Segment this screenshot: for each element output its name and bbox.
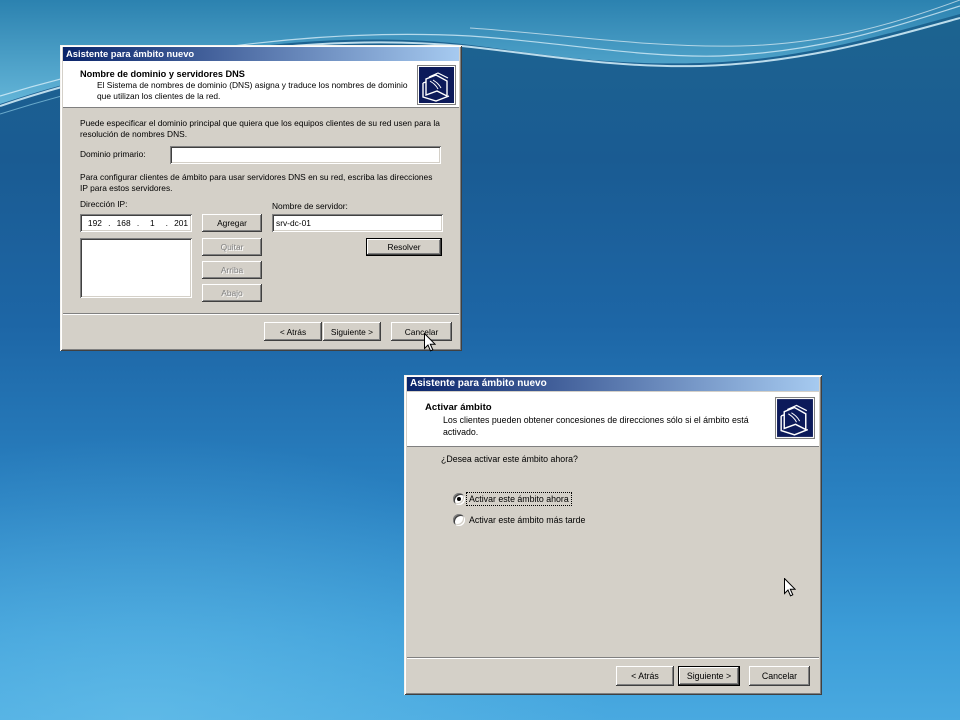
- ip-octet[interactable]: 1: [141, 218, 163, 228]
- primary-domain-label: Dominio primario:: [80, 149, 146, 159]
- mouse-cursor-icon: [784, 578, 796, 597]
- wizard-folder-icon: [775, 397, 815, 439]
- domain-instructions: Puede especificar el dominio principal q…: [80, 118, 440, 139]
- ip-octet[interactable]: 201: [170, 218, 192, 228]
- title-bar[interactable]: Asistente para ámbito nuevo: [63, 47, 459, 61]
- primary-domain-input[interactable]: [170, 146, 441, 164]
- cancel-button[interactable]: Cancelar: [391, 322, 452, 341]
- activate-question: ¿Desea activar este ámbito ahora?: [441, 454, 578, 464]
- ip-address-label: Dirección IP:: [80, 199, 128, 209]
- dns-server-list[interactable]: [80, 238, 192, 298]
- wizard-header: Nombre de dominio y servidores DNS El Si…: [63, 61, 459, 108]
- window-title: Asistente para ámbito nuevo: [410, 378, 547, 389]
- server-name-label: Nombre de servidor:: [272, 201, 348, 211]
- move-up-button[interactable]: Arriba: [202, 261, 262, 279]
- footer-divider: [63, 313, 459, 315]
- remove-button[interactable]: Quitar: [202, 238, 262, 256]
- wizard-header: Activar ámbito Los clientes pueden obten…: [407, 392, 819, 447]
- move-down-button[interactable]: Abajo: [202, 284, 262, 302]
- ip-octet[interactable]: 168: [113, 218, 135, 228]
- dns-instructions: Para configurar clientes de ámbito para …: [80, 172, 433, 193]
- server-name-input[interactable]: srv-dc-01: [272, 214, 443, 232]
- ip-octet[interactable]: 192: [84, 218, 106, 228]
- ip-separator: .: [165, 218, 168, 228]
- dns-wizard-dialog: Asistente para ámbito nuevo Nombre de do…: [60, 45, 462, 352]
- activate-scope-dialog: Asistente para ámbito nuevo Activar ámbi…: [404, 375, 822, 695]
- cancel-button[interactable]: Cancelar: [749, 666, 810, 686]
- wizard-folder-icon: [417, 65, 456, 105]
- radio-activate-now-label[interactable]: Activar este ámbito ahora: [466, 492, 572, 506]
- back-button[interactable]: < Atrás: [264, 322, 322, 341]
- radio-activate-later[interactable]: [453, 514, 465, 526]
- back-button[interactable]: < Atrás: [616, 666, 674, 686]
- header-title: Activar ámbito: [425, 402, 492, 413]
- header-title: Nombre de dominio y servidores DNS: [80, 69, 245, 79]
- header-description: Los clientes pueden obtener concesiones …: [443, 415, 749, 437]
- radio-activate-now[interactable]: [453, 493, 465, 505]
- title-bar[interactable]: Asistente para ámbito nuevo: [407, 377, 819, 391]
- window-title: Asistente para ámbito nuevo: [66, 48, 195, 59]
- footer-divider: [407, 657, 819, 659]
- next-button[interactable]: Siguiente >: [678, 666, 740, 686]
- resolve-button[interactable]: Resolver: [366, 238, 442, 256]
- ip-address-input[interactable]: 192 . 168 . 1 . 201: [80, 214, 192, 232]
- header-description: El Sistema de nombres de dominio (DNS) a…: [97, 80, 408, 101]
- next-button[interactable]: Siguiente >: [323, 322, 381, 341]
- mouse-cursor-icon: [424, 333, 436, 352]
- ip-separator: .: [108, 218, 111, 228]
- radio-activate-later-label[interactable]: Activar este ámbito más tarde: [469, 514, 585, 526]
- add-button[interactable]: Agregar: [202, 214, 262, 232]
- ip-separator: .: [136, 218, 140, 228]
